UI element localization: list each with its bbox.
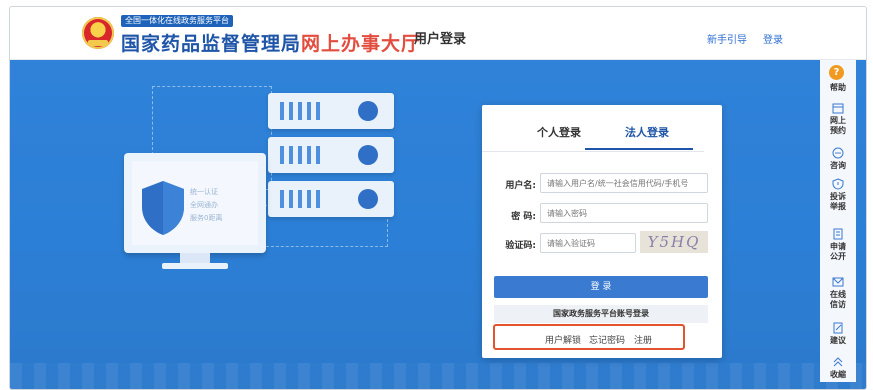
illustration-text: 全网通办: [190, 201, 218, 209]
edit-icon: [833, 322, 843, 334]
sidebar-item-appointment[interactable]: 网上预约: [820, 102, 856, 136]
collapse-icon: [833, 357, 843, 367]
forgot-password-link[interactable]: 忘记密码: [589, 333, 625, 346]
shield-icon: [142, 181, 184, 235]
sidebar-item-help[interactable]: 帮助: [820, 83, 856, 93]
sidebar-item-label: 申请公开: [830, 242, 846, 261]
unlock-user-link[interactable]: 用户解锁: [545, 333, 581, 346]
banner-wave-pattern: [10, 363, 866, 389]
server-icon: [268, 137, 394, 173]
mail-icon: [832, 277, 844, 287]
sidebar-item-petition[interactable]: 在线信访: [820, 276, 856, 310]
tab-divider: [482, 151, 704, 152]
brand-title[interactable]: 国家药品监督管理局网上办事大厅: [121, 29, 421, 56]
server-bars: [280, 190, 324, 208]
username-input[interactable]: [540, 173, 708, 193]
sidebar-item-label: 在线信访: [830, 290, 846, 309]
calendar-icon: [832, 103, 844, 114]
platform-tag: 全国一体化在线政务服务平台: [121, 15, 233, 27]
sidebar-item-suggestion[interactable]: 建议: [820, 322, 856, 346]
beginner-guide-link[interactable]: 新手引导: [707, 31, 747, 46]
username-label: 用户名:: [505, 181, 536, 191]
captcha-input[interactable]: [540, 233, 636, 253]
active-tab-indicator: [585, 148, 693, 150]
server-icon: [268, 181, 394, 217]
chat-icon: [832, 147, 844, 159]
login-button[interactable]: 登 录: [494, 276, 708, 298]
alert-icon: [832, 178, 844, 190]
sidebar-item-collapse[interactable]: 收縮: [820, 356, 856, 380]
sidebar-item-complaint[interactable]: 投诉举报: [820, 178, 856, 212]
server-light: [358, 101, 378, 121]
browser-frame: 全国一体化在线政务服务平台 国家药品监督管理局网上办事大厅 用户登录 新手引导 …: [9, 6, 867, 390]
monitor-stand: [180, 253, 210, 263]
sidebar-item-label: 网上预约: [830, 116, 846, 135]
header: 全国一体化在线政务服务平台 国家药品监督管理局网上办事大厅 用户登录 新手引导 …: [10, 7, 866, 60]
national-emblem-logo: [82, 17, 114, 49]
monitor-base: [162, 263, 228, 269]
server-bars: [280, 146, 324, 164]
sidebar-item-label: 收縮: [830, 370, 846, 379]
brand-sub: 网上办事大厅: [301, 33, 422, 55]
server-light: [358, 189, 378, 209]
captcha-label: 验证码:: [505, 241, 536, 251]
national-platform-login-link[interactable]: 国家政务服务平台账号登录: [494, 305, 708, 323]
help-icon[interactable]: ?: [829, 65, 844, 80]
password-input[interactable]: [540, 203, 708, 223]
page-title: 用户登录: [414, 32, 467, 47]
header-login-link[interactable]: 登录: [763, 31, 783, 46]
illustration-text: 统一认证: [190, 188, 218, 196]
brand-main: 国家药品监督管理局: [121, 33, 302, 55]
server-light: [358, 145, 378, 165]
sidebar-item-label: 建议: [830, 336, 846, 345]
sidebar-item-label: 投诉举报: [830, 192, 846, 211]
tab-corporate-login[interactable]: 法人登录: [625, 124, 669, 140]
tab-personal-login[interactable]: 个人登录: [537, 124, 581, 140]
document-icon: [833, 228, 843, 240]
captcha-image[interactable]: Y5HQ: [640, 231, 708, 253]
sidebar-item-consult[interactable]: 咨询: [820, 147, 856, 171]
password-label: 密 码:: [511, 212, 536, 222]
sidebar-item-disclosure[interactable]: 申请公开: [820, 228, 856, 262]
sidebar-item-label: 咨询: [830, 161, 846, 170]
illustration-text: 服务0距离: [190, 214, 223, 222]
server-bars: [280, 102, 324, 120]
register-link[interactable]: 注册: [634, 333, 652, 346]
server-icon: [268, 93, 394, 129]
